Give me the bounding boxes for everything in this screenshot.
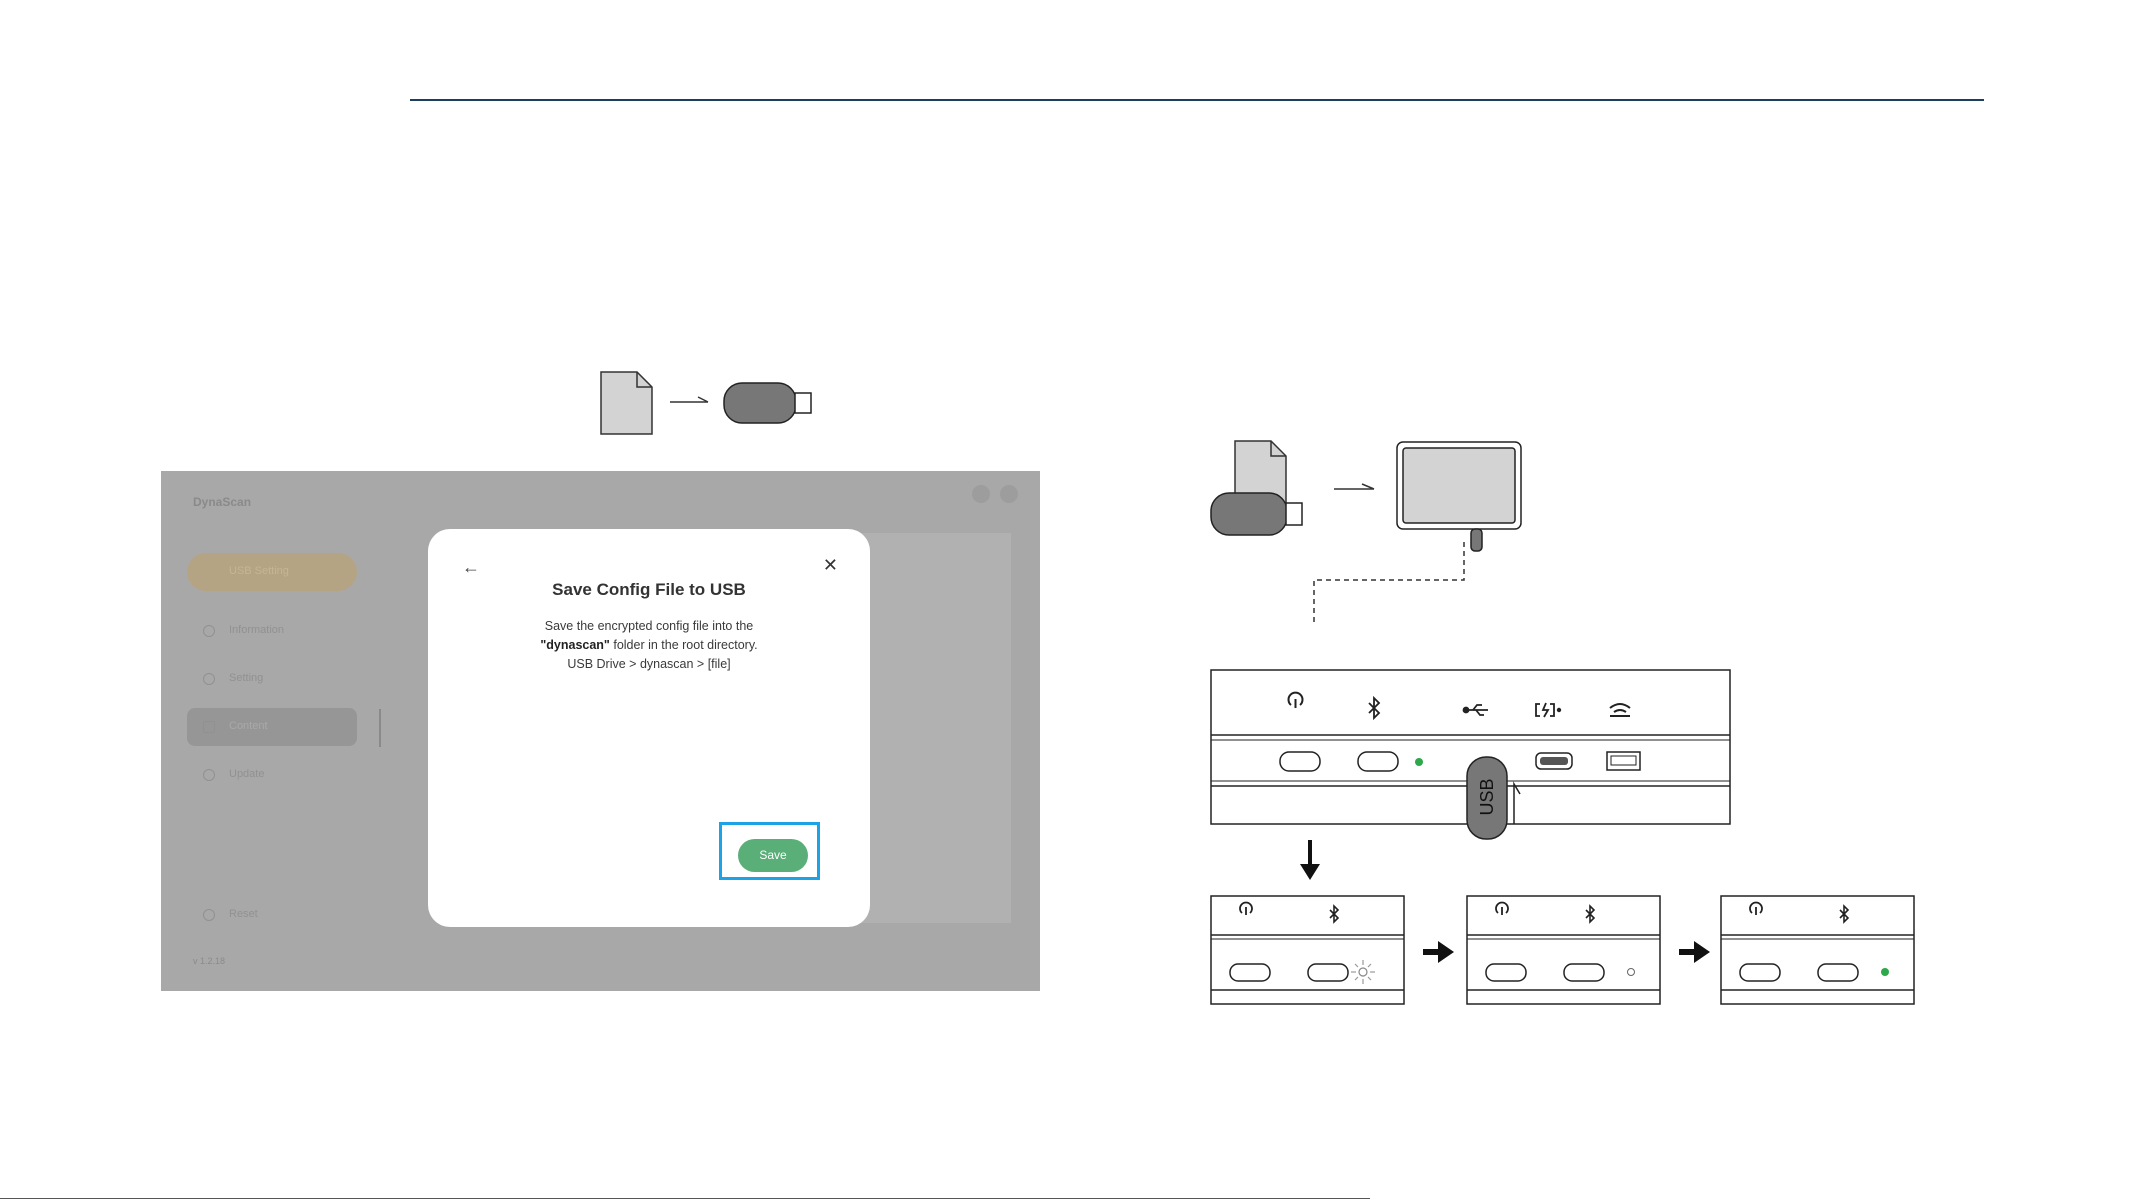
- status-led-green: [1415, 758, 1423, 766]
- app-version: v 1.2.18: [193, 956, 226, 966]
- dialog-line-3: USB Drive > dynascan > [file]: [567, 657, 731, 671]
- nav-item-setting[interactable]: Setting: [187, 660, 357, 698]
- dialog-line-1: Save the encrypted config file into the: [544, 619, 754, 633]
- app-brand: DynaScan: [193, 495, 252, 509]
- close-icon[interactable]: ✕: [823, 555, 838, 576]
- gear-icon: [203, 673, 215, 685]
- usb-device-label: USB Setting: [229, 565, 289, 577]
- usb-stick-icon: [1210, 492, 1303, 536]
- update-icon: [203, 769, 215, 781]
- step-panel-1: [1210, 895, 1405, 1005]
- arrow-icon: [670, 396, 709, 403]
- bluetooth-button: [1357, 751, 1399, 772]
- dialog-body: Save the encrypted config file into the …: [428, 617, 870, 674]
- bottom-rule: [0, 1198, 1370, 1199]
- content-icon: [203, 721, 215, 733]
- nav-item-information[interactable]: Information: [187, 612, 357, 650]
- led-green-icon: [1881, 968, 1889, 976]
- nav-item-update[interactable]: Update: [187, 756, 357, 794]
- control-panel-diagram: USB: [1210, 669, 1731, 840]
- inserted-usb-stick: USB: [1466, 756, 1508, 840]
- bluetooth-button: [1563, 963, 1605, 982]
- led-steps-diagram: [1210, 895, 1915, 1005]
- home-icon[interactable]: [972, 485, 990, 503]
- nav-scrollbar[interactable]: [379, 709, 381, 747]
- menu-icon[interactable]: [1000, 485, 1018, 503]
- down-arrow-icon: [1300, 840, 1320, 880]
- dashed-connector: [1313, 542, 1465, 623]
- display-device-icon: [1396, 441, 1522, 552]
- usb-stick-label: USB: [1477, 778, 1497, 815]
- nav-item-content[interactable]: Content: [187, 708, 357, 746]
- micro-usb-port: [1606, 751, 1641, 771]
- back-arrow-icon[interactable]: ←: [462, 557, 480, 578]
- info-icon: [203, 625, 215, 637]
- usb-to-device-illustration: [1210, 440, 1522, 623]
- step-panel-2: [1466, 895, 1661, 1005]
- file-to-usb-illustration: [600, 371, 812, 435]
- folder-name: "dynascan": [540, 638, 610, 652]
- file-icon: [600, 371, 653, 435]
- led-off-icon: [1627, 968, 1635, 976]
- bluetooth-button: [1307, 963, 1349, 982]
- power-button: [1739, 963, 1781, 982]
- reset-icon: [203, 909, 215, 921]
- usb-stick-icon: [723, 382, 812, 424]
- usb-device-pill[interactable]: USB Setting: [187, 553, 357, 591]
- dialog-line-2: "dynascan" folder in the root directory.: [540, 638, 758, 652]
- save-config-dialog: ← ✕ Save Config File to USB Save the enc…: [428, 529, 870, 927]
- right-arrow-icon: [1679, 941, 1710, 963]
- power-button: [1485, 963, 1527, 982]
- arrow-icon: [1334, 483, 1375, 490]
- bluetooth-button: [1817, 963, 1859, 982]
- save-button[interactable]: Save: [738, 839, 808, 872]
- reset-button[interactable]: Reset: [187, 896, 357, 934]
- power-button: [1279, 751, 1321, 772]
- top-rule: [410, 99, 1984, 101]
- power-button: [1229, 963, 1271, 982]
- step-panel-3: [1720, 895, 1915, 1005]
- dialog-title: Save Config File to USB: [552, 580, 746, 599]
- right-arrow-icon: [1423, 941, 1454, 963]
